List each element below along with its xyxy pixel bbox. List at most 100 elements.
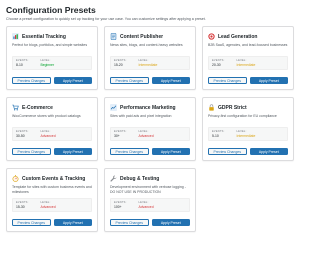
apply-preset-button[interactable]: Apply Preset xyxy=(151,219,190,226)
preset-card: E-Commerce WooCommerce stores with produ… xyxy=(6,97,98,161)
wrench-icon xyxy=(110,175,117,182)
apply-preset-button[interactable]: Apply Preset xyxy=(53,219,92,226)
lock-icon xyxy=(208,104,215,111)
card-actions: Preview Changes Apply Preset xyxy=(208,77,288,84)
level-group: LEVEL: Advanced xyxy=(41,201,56,209)
level-group: LEVEL: Advanced xyxy=(41,130,56,138)
events-value: 15-30 xyxy=(16,204,25,209)
events-group: EVENTS: 20-30 xyxy=(212,59,225,67)
preview-changes-button[interactable]: Preview Changes xyxy=(12,77,51,84)
preset-title: E-Commerce xyxy=(22,104,53,111)
preset-grid: Essential Tracking Perfect for blogs, po… xyxy=(6,26,294,232)
level-group: LEVEL: Advanced xyxy=(139,130,154,138)
preset-title: Custom Events & Tracking xyxy=(22,175,86,182)
card-header: Debug & Testing xyxy=(110,174,190,183)
preset-title: Debug & Testing xyxy=(120,175,160,182)
stopwatch-icon xyxy=(12,175,19,182)
preset-card: Performance Marketing Sites with paid ad… xyxy=(104,97,196,161)
preset-title: GDPR Strict xyxy=(218,104,247,111)
level-value: Advanced xyxy=(138,133,154,138)
level-group: LEVEL: Intermediate xyxy=(139,59,158,67)
preset-card: GDPR Strict Privacy-first configuration … xyxy=(202,97,294,161)
card-header: GDPR Strict xyxy=(208,103,288,112)
events-value: 30-50 xyxy=(16,133,25,138)
level-value: Intermediate xyxy=(138,62,158,67)
preset-description: WooCommerce stores with product catalogs xyxy=(12,114,81,118)
level-value: Advanced xyxy=(138,204,154,209)
level-value: Advanced xyxy=(40,133,56,138)
preview-changes-button[interactable]: Preview Changes xyxy=(12,148,51,155)
preset-description: B2B SaaS, agencies, and lead-focused bus… xyxy=(208,43,288,47)
card-actions: Preview Changes Apply Preset xyxy=(110,148,190,155)
page-title: Configuration Presets xyxy=(6,5,96,15)
apply-preset-button[interactable]: Apply Preset xyxy=(151,148,190,155)
preview-changes-button[interactable]: Preview Changes xyxy=(110,148,149,155)
events-group: EVENTS: 30-50 xyxy=(16,130,29,138)
preset-title: Lead Generation xyxy=(218,33,258,40)
preset-meta: EVENTS: 5-10 LEVEL: Intermediate xyxy=(208,127,288,141)
preset-card: Content Publisher News sites, blogs, and… xyxy=(104,26,196,90)
preset-card: Essential Tracking Perfect for blogs, po… xyxy=(6,26,98,90)
preset-meta: EVENTS: 15-20 LEVEL: Intermediate xyxy=(110,56,190,70)
events-value: 5-10 xyxy=(212,133,219,138)
preset-title: Content Publisher xyxy=(120,33,164,40)
apply-preset-button[interactable]: Apply Preset xyxy=(249,148,288,155)
events-group: EVENTS: 8-10 xyxy=(16,59,29,67)
page-subtitle: Choose a preset configuration to quickly… xyxy=(6,17,206,21)
presets-page: Configuration Presets Choose a preset co… xyxy=(0,0,300,268)
level-group: LEVEL: Intermediate xyxy=(237,59,256,67)
preset-title: Performance Marketing xyxy=(120,104,176,111)
events-group: EVENTS: 100+ xyxy=(114,201,127,209)
preset-description: News sites, blogs, and content-heavy web… xyxy=(110,43,183,47)
events-value: 8-10 xyxy=(16,62,23,67)
apply-preset-button[interactable]: Apply Preset xyxy=(53,77,92,84)
preview-changes-button[interactable]: Preview Changes xyxy=(208,77,247,84)
preset-meta: EVENTS: 30-50 LEVEL: Advanced xyxy=(12,127,92,141)
preview-changes-button[interactable]: Preview Changes xyxy=(110,77,149,84)
level-value: Beginner xyxy=(40,62,55,67)
events-value: 20-30 xyxy=(212,62,221,67)
preset-meta: EVENTS: 30+ LEVEL: Advanced xyxy=(110,127,190,141)
preset-description: Sites with paid ads and pixel integratio… xyxy=(110,114,172,118)
card-actions: Preview Changes Apply Preset xyxy=(12,148,92,155)
card-header: E-Commerce xyxy=(12,103,92,112)
card-header: Lead Generation xyxy=(208,32,288,41)
level-group: LEVEL: Intermediate xyxy=(237,130,256,138)
level-value: Intermediate xyxy=(236,133,256,138)
cart-icon xyxy=(12,104,19,111)
apply-preset-button[interactable]: Apply Preset xyxy=(151,77,190,84)
target-icon xyxy=(208,33,215,40)
line-chart-icon xyxy=(110,104,117,111)
card-actions: Preview Changes Apply Preset xyxy=(110,77,190,84)
bar-chart-icon xyxy=(12,33,19,40)
preset-meta: EVENTS: 15-30 LEVEL: Advanced xyxy=(12,198,92,212)
preset-card: Lead Generation B2B SaaS, agencies, and … xyxy=(202,26,294,90)
document-icon xyxy=(110,33,117,40)
card-header: Content Publisher xyxy=(110,32,190,41)
preset-description: Privacy-first configuration for EU compl… xyxy=(208,114,277,118)
preset-card: Custom Events & Tracking Template for si… xyxy=(6,168,98,232)
preview-changes-button[interactable]: Preview Changes xyxy=(110,219,149,226)
card-header: Custom Events & Tracking xyxy=(12,174,92,183)
preset-title: Essential Tracking xyxy=(22,33,66,40)
card-actions: Preview Changes Apply Preset xyxy=(12,77,92,84)
events-group: EVENTS: 5-10 xyxy=(212,130,225,138)
events-group: EVENTS: 15-20 xyxy=(114,59,127,67)
events-value: 30+ xyxy=(114,133,120,138)
card-header: Performance Marketing xyxy=(110,103,190,112)
events-group: EVENTS: 15-30 xyxy=(16,201,29,209)
events-group: EVENTS: 30+ xyxy=(114,130,127,138)
preview-changes-button[interactable]: Preview Changes xyxy=(208,148,247,155)
card-actions: Preview Changes Apply Preset xyxy=(110,219,190,226)
level-value: Intermediate xyxy=(236,62,256,67)
events-value: 15-20 xyxy=(114,62,123,67)
level-group: LEVEL: Advanced xyxy=(139,201,154,209)
events-value: 100+ xyxy=(114,204,122,209)
preset-card: Debug & Testing Development environment … xyxy=(104,168,196,232)
preset-meta: EVENTS: 100+ LEVEL: Advanced xyxy=(110,198,190,212)
apply-preset-button[interactable]: Apply Preset xyxy=(249,77,288,84)
apply-preset-button[interactable]: Apply Preset xyxy=(53,148,92,155)
level-group: LEVEL: Beginner xyxy=(41,59,55,67)
preview-changes-button[interactable]: Preview Changes xyxy=(12,219,51,226)
card-actions: Preview Changes Apply Preset xyxy=(12,219,92,226)
